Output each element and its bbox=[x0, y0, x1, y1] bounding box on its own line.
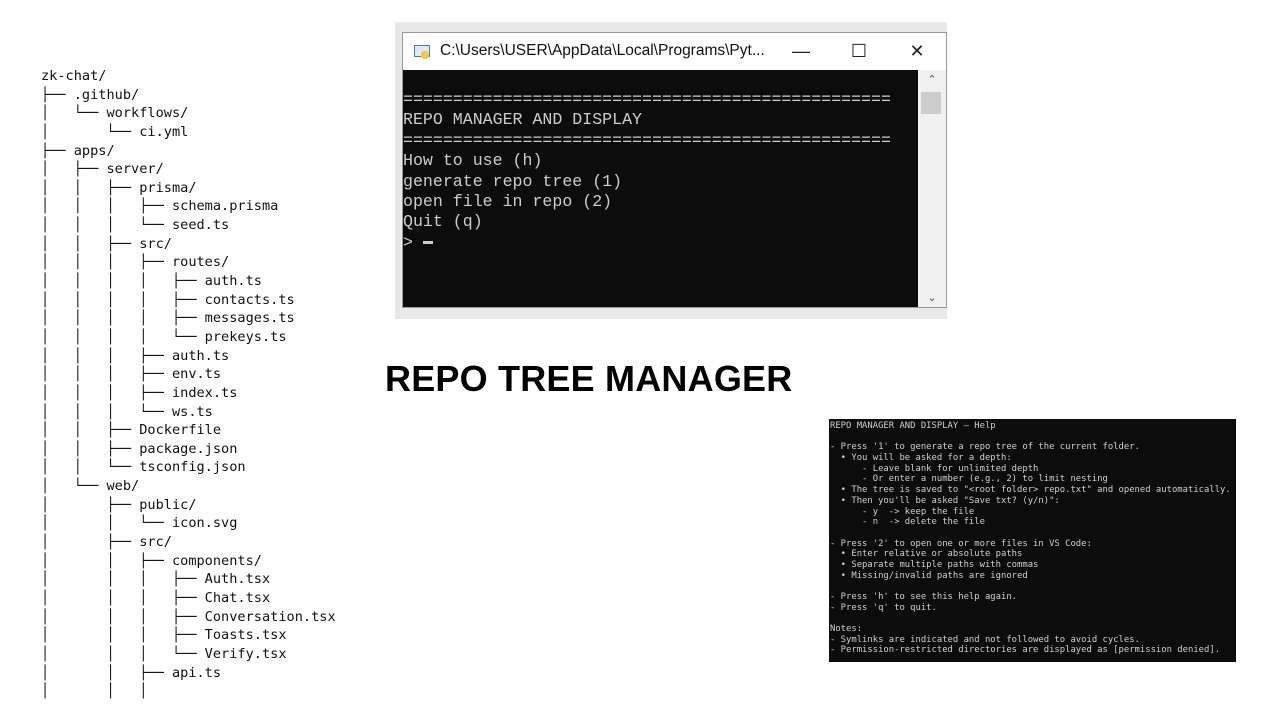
help-line bbox=[830, 528, 1236, 539]
tree-entry: │ └── web/ bbox=[41, 478, 140, 495]
help-line: Notes: bbox=[830, 624, 863, 635]
terminal-window: C:\Users\USER\AppData\Local\Programs\Pyt… bbox=[402, 32, 947, 308]
help-line bbox=[830, 581, 1236, 592]
tree-entry: │ │ ├── package.json bbox=[41, 440, 238, 457]
tree-entry: │ │ │ ├── schema.prisma bbox=[41, 198, 279, 215]
help-line: - Press '1' to generate a repo tree of t… bbox=[830, 442, 1140, 453]
console-output[interactable]: ========================================… bbox=[403, 70, 918, 307]
tree-entry: │ │ │ ├── index.ts bbox=[41, 384, 238, 401]
title-bar[interactable]: C:\Users\USER\AppData\Local\Programs\Pyt… bbox=[403, 33, 946, 69]
help-line: • Separate multiple paths with commas bbox=[830, 559, 1039, 570]
minimize-button[interactable]: — bbox=[772, 33, 830, 69]
help-line: - Or enter a number (e.g., 2) to limit n… bbox=[830, 474, 1108, 485]
tree-entry: │ └── workflows/ bbox=[41, 105, 189, 122]
console-line: ========================================… bbox=[403, 90, 891, 109]
tree-entry: │ │ │ └── ws.ts bbox=[41, 403, 213, 420]
help-line bbox=[830, 432, 1236, 443]
help-line: - Press 'h' to see this help again. bbox=[830, 592, 1018, 602]
help-line bbox=[830, 613, 1236, 624]
help-line: • The tree is saved to "<root folder> re… bbox=[830, 485, 1231, 496]
tree-entry: │ │ │ ├── Toasts.tsx bbox=[41, 627, 287, 644]
prompt-line[interactable]: > bbox=[403, 233, 918, 253]
tree-entry: │ ├── public/ bbox=[41, 496, 197, 513]
prompt-symbol: > bbox=[403, 232, 413, 252]
tree-entry: zk-chat/ bbox=[41, 68, 107, 84]
console-line: ========================================… bbox=[403, 130, 891, 150]
tree-entry: │ │ │ │ └── prekeys.ts bbox=[41, 328, 287, 345]
help-line: • Enter relative or absolute paths bbox=[830, 549, 1023, 560]
help-line: - Press 'q' to quit. bbox=[830, 602, 937, 613]
tree-entry: │ │ ├── components/ bbox=[41, 552, 262, 569]
tree-entry: │ │ ├── src/ bbox=[41, 235, 172, 252]
tree-entry: │ │ │ └── seed.ts bbox=[41, 217, 230, 234]
tree-entry: │ │ │ ├── Auth.tsx bbox=[41, 571, 271, 588]
python-app-icon bbox=[414, 43, 432, 59]
console-line: REPO MANAGER AND DISPLAY bbox=[403, 110, 642, 130]
scrollbar-thumb[interactable] bbox=[921, 92, 941, 114]
help-line: - Leave blank for unlimited depth bbox=[830, 463, 1039, 474]
help-line: - Permission-restricted directories are … bbox=[830, 645, 1221, 656]
console-line: How to use (h) bbox=[403, 151, 543, 171]
tree-entry: │ │ ├── prisma/ bbox=[41, 179, 197, 196]
console-line: generate repo tree (1) bbox=[403, 171, 623, 191]
page-title: REPO TREE MANAGER bbox=[385, 358, 793, 399]
tree-entry: │ │ └── icon.svg bbox=[41, 515, 238, 532]
window-title: C:\Users\USER\AppData\Local\Programs\Pyt… bbox=[440, 42, 765, 59]
tree-entry: │ │ ├── api.ts bbox=[41, 664, 222, 681]
vertical-scrollbar[interactable]: ⌃ ⌄ bbox=[918, 70, 946, 307]
help-line: • Then you'll be asked "Save txt? (y/n)"… bbox=[830, 495, 1060, 506]
repo-tree: zk-chat/├── .github/│ └── workflows/│ └─… bbox=[41, 67, 336, 701]
tree-entry: │ │ │ │ ├── messages.ts bbox=[41, 310, 295, 327]
text-cursor bbox=[422, 240, 433, 244]
help-line: - Press '2' to open one or more files in… bbox=[830, 538, 1092, 549]
scroll-down-icon[interactable]: ⌄ bbox=[918, 291, 946, 304]
tree-entry: │ │ │ ├── auth.ts bbox=[41, 347, 230, 364]
help-line: REPO MANAGER AND DISPLAY — Help bbox=[830, 421, 996, 431]
help-line: - n -> delete the file bbox=[830, 517, 985, 528]
maximize-button[interactable]: ☐ bbox=[830, 33, 888, 69]
tree-entry: │ │ │ ├── env.ts bbox=[41, 366, 222, 383]
tree-entry: │ │ │ ├── Conversation.tsx bbox=[41, 608, 336, 625]
tree-entry: │ │ │ bbox=[41, 683, 148, 700]
scroll-up-icon[interactable]: ⌃ bbox=[918, 73, 946, 86]
help-screen: REPO MANAGER AND DISPLAY — Help - Press '… bbox=[829, 419, 1236, 662]
tree-entry: │ │ ├── Dockerfile bbox=[41, 422, 222, 439]
tree-entry: │ │ │ ├── routes/ bbox=[41, 254, 230, 271]
tree-entry: │ ├── src/ bbox=[41, 534, 172, 551]
tree-entry: │ │ │ │ ├── auth.ts bbox=[41, 273, 262, 290]
help-line: - y -> keep the file bbox=[830, 506, 975, 517]
help-line: - Symlinks are indicated and not followe… bbox=[830, 634, 1140, 645]
tree-entry: │ │ │ ├── Chat.tsx bbox=[41, 589, 271, 606]
console-line: open file in repo (2) bbox=[403, 192, 613, 212]
tree-entry: ├── apps/ bbox=[41, 142, 115, 159]
tree-entry: │ │ │ │ ├── contacts.ts bbox=[41, 291, 295, 308]
tree-entry: │ │ │ └── Verify.tsx bbox=[41, 645, 287, 662]
help-line: • Missing/invalid paths are ignored bbox=[830, 570, 1028, 581]
tree-entry: │ │ └── tsconfig.json bbox=[41, 459, 246, 476]
help-line: • You will be asked for a depth: bbox=[830, 453, 1012, 464]
tree-entry: │ ├── server/ bbox=[41, 161, 164, 178]
tree-entry: ├── .github/ bbox=[41, 86, 140, 103]
close-button[interactable]: ✕ bbox=[888, 33, 946, 69]
tree-entry: │ └── ci.yml bbox=[41, 123, 189, 140]
console-line: Quit (q) bbox=[403, 212, 483, 232]
